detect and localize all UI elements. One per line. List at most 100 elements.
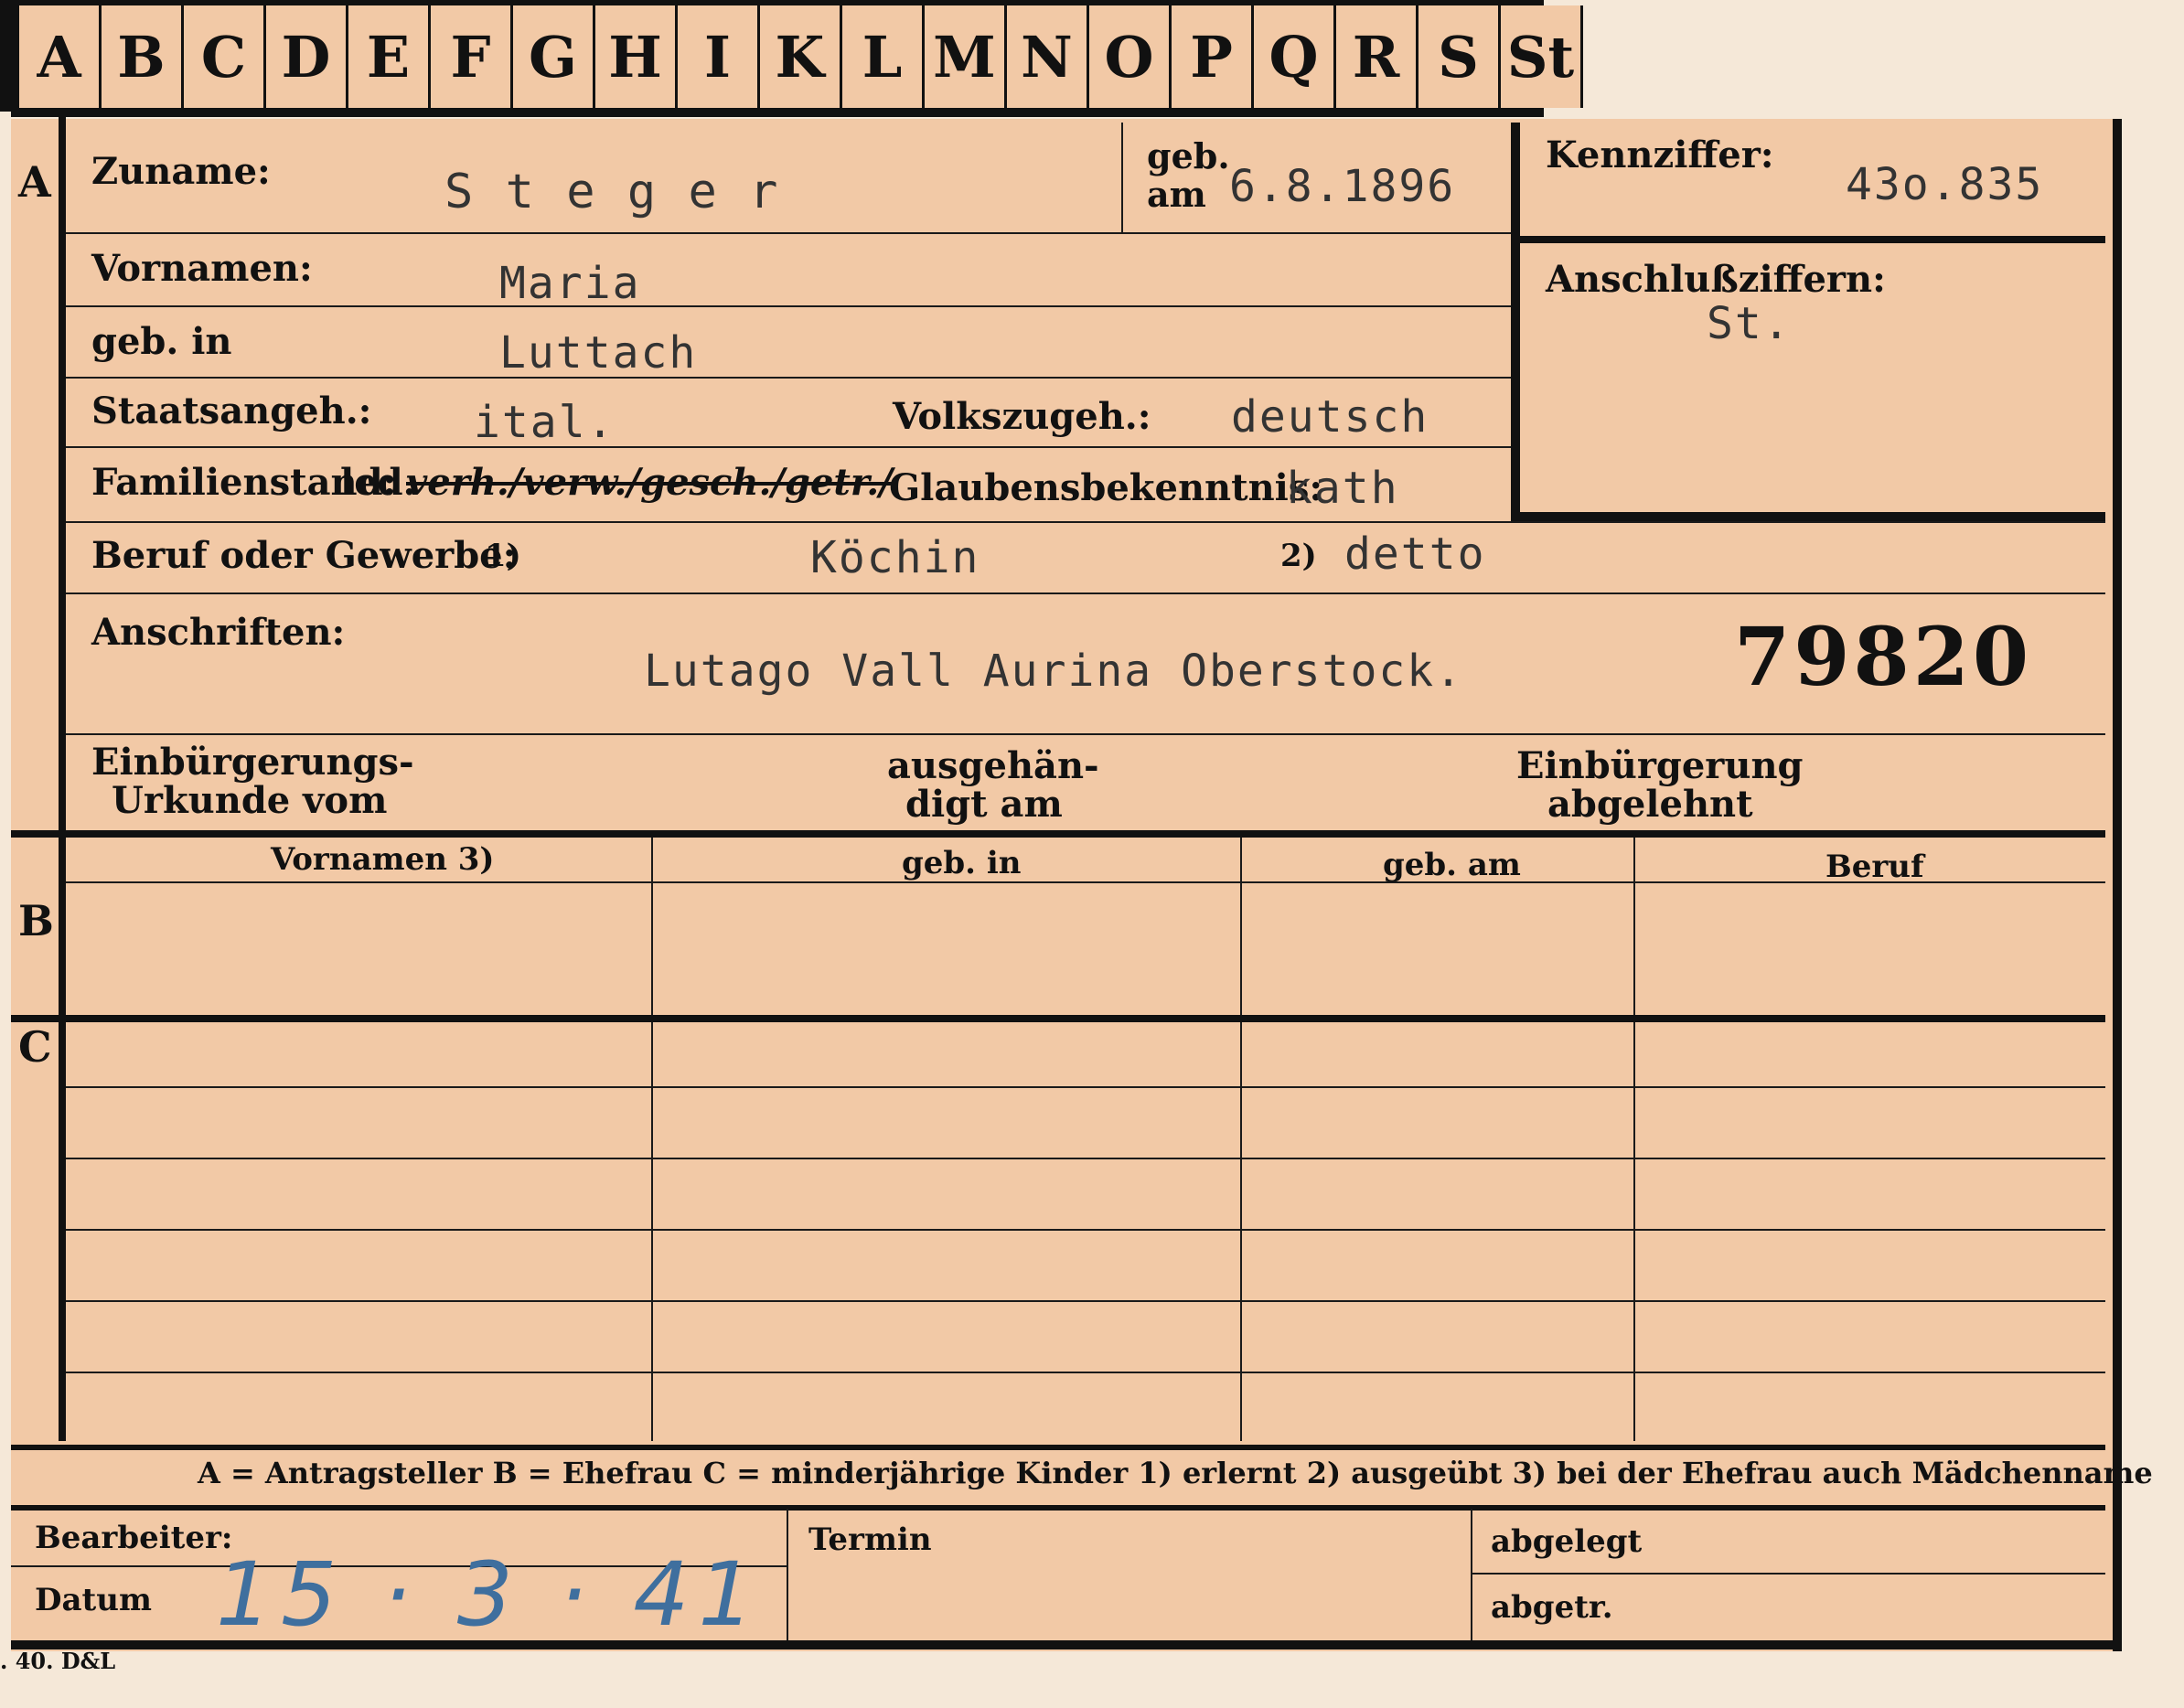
tab-n[interactable]: N <box>1007 5 1089 108</box>
tab-strip-gap <box>1544 0 2184 128</box>
child-row-line-4 <box>66 1300 2105 1302</box>
row-divider-4 <box>66 446 1511 448</box>
tab-o[interactable]: O <box>1089 5 1172 108</box>
section-b-marker: B <box>18 896 54 945</box>
card-top-border <box>11 112 1544 117</box>
abgetr-label: abgetr. <box>1491 1589 1613 1626</box>
legend-text: A = Antragsteller B = Ehefrau C = minder… <box>198 1456 2153 1490</box>
anschlussziffern-value: St. <box>1707 298 1792 349</box>
column-header-underline <box>66 881 2105 883</box>
anschriften-value: Lutago Vall Aurina Oberstock. <box>644 646 1464 697</box>
alphabet-tabs: A B C D E F G H I K L M N O P Q R S St <box>16 5 1583 113</box>
glaubensbekenntnis-value: kath <box>1286 463 1399 514</box>
card-right-border <box>2113 119 2122 1651</box>
row-divider-5 <box>66 521 2105 523</box>
legend-top-border <box>11 1445 2105 1450</box>
geb-am-value: 6.8.1896 <box>1229 161 1456 212</box>
tab-i[interactable]: I <box>678 5 760 108</box>
footer-divider-1 <box>787 1509 788 1646</box>
row-divider-7 <box>66 733 2105 735</box>
einbuergerungs-urkunde-label-2: Urkunde vom <box>112 779 388 822</box>
tab-st[interactable]: St <box>1501 5 1583 108</box>
column-header-geb-am: geb. am <box>1383 847 1521 883</box>
printer-mark: . 40. D&L <box>0 1648 116 1674</box>
row-divider-3 <box>66 377 1511 379</box>
section-a-marker: A <box>18 157 51 207</box>
section-bc-divider <box>11 1015 2105 1022</box>
card-bottom-border <box>11 1640 2114 1649</box>
ausgehaendigt-label-2: digt am <box>905 783 1063 826</box>
child-row-line-5 <box>66 1372 2105 1373</box>
tab-q[interactable]: Q <box>1254 5 1336 108</box>
beruf-note-1: 1) <box>485 538 521 574</box>
vornamen-value: Maria <box>499 258 641 309</box>
column-header-geb-in: geb. in <box>902 845 1022 881</box>
tab-l[interactable]: L <box>842 5 925 108</box>
column-divider-3 <box>1633 838 1635 1441</box>
beruf-ausgeuebt-value: detto <box>1344 528 1486 580</box>
tab-d[interactable]: D <box>266 5 348 108</box>
tab-r[interactable]: R <box>1336 5 1419 108</box>
einbuergerung-abgelehnt-label-2: abgelehnt <box>1547 783 1753 826</box>
tab-k[interactable]: K <box>760 5 842 108</box>
familienstand-struck: verh./verw./gesch./getr./ <box>406 461 893 504</box>
tab-e[interactable]: E <box>348 5 431 108</box>
termin-label: Termin <box>808 1521 932 1558</box>
tab-h[interactable]: H <box>595 5 678 108</box>
einbuergerungs-urkunde-label-1: Einbürgerungs- <box>91 741 414 784</box>
familienstand-led: led. <box>340 461 416 504</box>
geb-in-label: geb. in <box>91 320 232 363</box>
stamp-number: 79820 <box>1734 609 2033 704</box>
anschlussziffern-label: Anschlußziffern: <box>1546 258 1886 301</box>
index-card <box>11 119 2114 1651</box>
kennziffer-label: Kennziffer: <box>1546 133 1774 176</box>
glaubensbekenntnis-label: Glaubensbekenntnis: <box>889 466 1323 509</box>
kennziffer-box-left <box>1511 123 1520 521</box>
footer-divider-2 <box>1471 1509 1472 1646</box>
anschriften-label: Anschriften: <box>91 611 346 654</box>
tab-c[interactable]: C <box>184 5 266 108</box>
column-divider-2 <box>1240 838 1242 1441</box>
tab-f[interactable]: F <box>431 5 513 108</box>
kennziffer-box-mid <box>1511 236 2105 243</box>
bearbeiter-label: Bearbeiter: <box>35 1520 233 1556</box>
section-ab-divider <box>11 830 2105 838</box>
column-header-vornamen: Vornamen 3) <box>271 841 495 878</box>
abgelegt-label: abgelegt <box>1491 1523 1643 1560</box>
zuname-label: Zuname: <box>91 150 271 193</box>
section-c-marker: C <box>18 1022 52 1072</box>
datum-label: Datum <box>35 1582 152 1618</box>
vornamen-label: Vornamen: <box>91 247 313 290</box>
row-divider-1 <box>66 232 1511 234</box>
beruf-label: Beruf oder Gewerbe: <box>91 534 517 577</box>
datum-handwritten-value: 15 · 3 · 41 <box>216 1543 764 1646</box>
beruf-erlernt-value: Köchin <box>810 532 980 583</box>
section-marker-divider <box>59 117 66 1441</box>
child-row-line-1 <box>66 1086 2105 1088</box>
volkszugeh-label: Volkszugeh.: <box>893 395 1151 438</box>
tab-s[interactable]: S <box>1419 5 1501 108</box>
tab-b[interactable]: B <box>102 5 184 108</box>
einbuergerung-abgelehnt-label-1: Einbürgerung <box>1516 744 1804 787</box>
column-header-beruf: Beruf <box>1825 849 1924 885</box>
abgelegt-underline <box>1471 1573 2105 1575</box>
geb-am-label-bottom: am <box>1147 174 1206 215</box>
beruf-note-2: 2) <box>1280 538 1317 574</box>
volkszugeh-value: deutsch <box>1231 391 1429 443</box>
staatsangeh-label: Staatsangeh.: <box>91 390 372 432</box>
kennziffer-box-bottom <box>1511 512 2105 521</box>
tab-m[interactable]: M <box>925 5 1007 108</box>
column-divider-1 <box>651 838 653 1441</box>
child-row-line-2 <box>66 1158 2105 1159</box>
kennziffer-value: 43o.835 <box>1846 159 2044 210</box>
tab-a[interactable]: A <box>16 5 102 108</box>
ausgehaendigt-label-1: ausgehän- <box>887 744 1099 787</box>
geb-in-value: Luttach <box>499 327 698 379</box>
tab-g[interactable]: G <box>513 5 595 108</box>
geb-am-label-top: geb. <box>1147 135 1230 176</box>
row-divider-2 <box>66 305 1511 307</box>
staatsangeh-value: ital. <box>474 397 616 448</box>
zuname-gebam-divider <box>1121 123 1123 232</box>
zuname-value: S t e g e r <box>444 165 780 219</box>
tab-p[interactable]: P <box>1172 5 1254 108</box>
